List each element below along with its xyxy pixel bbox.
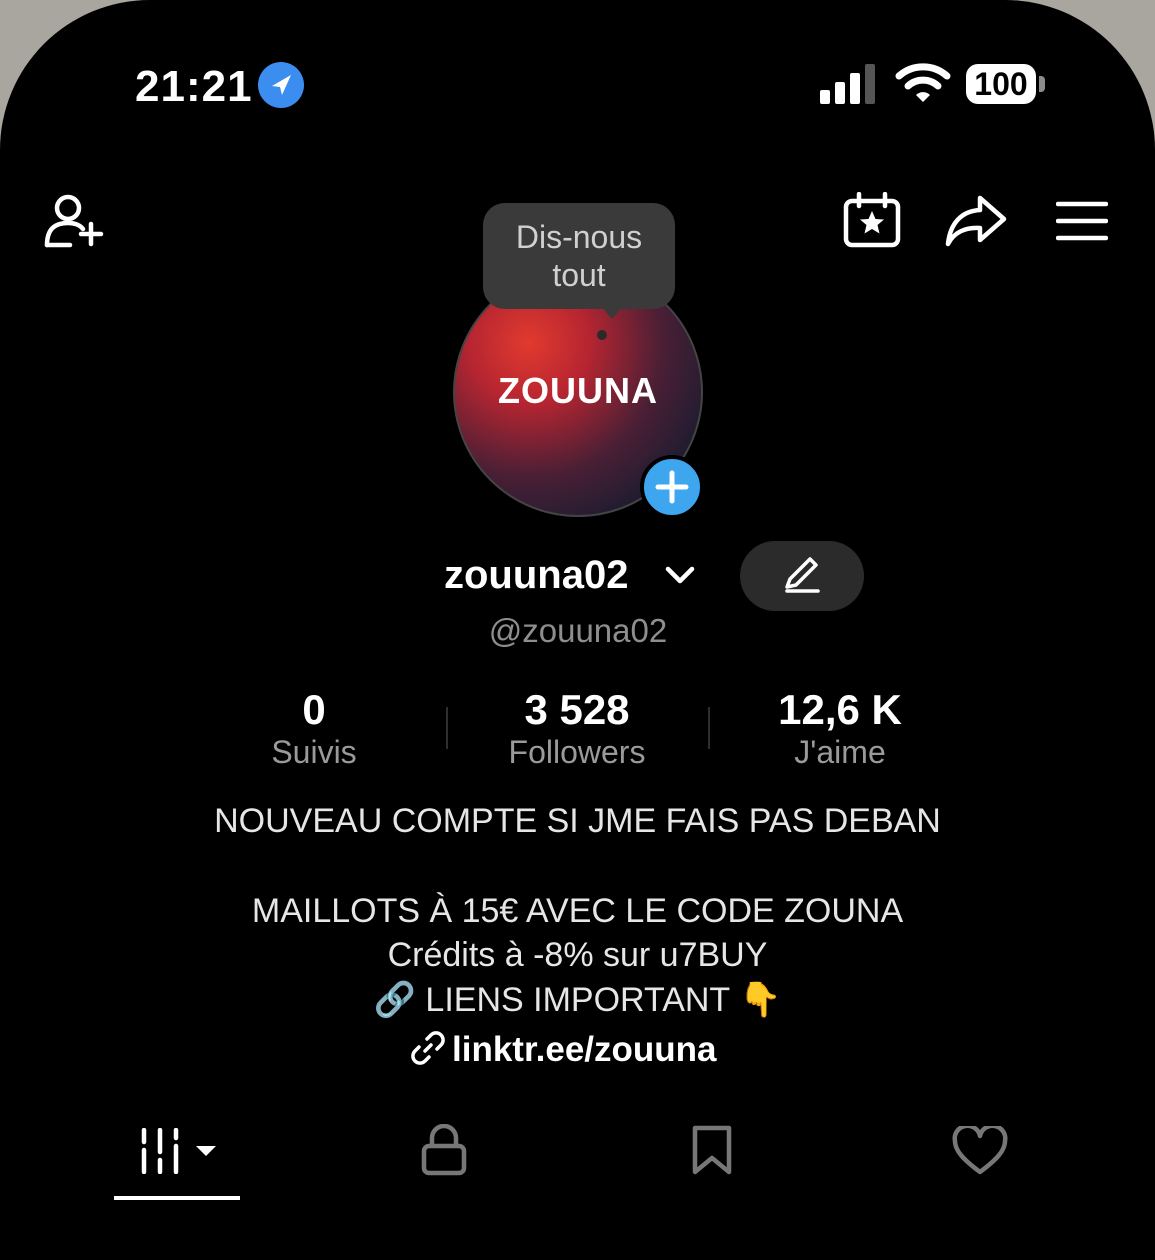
stat-divider — [446, 707, 448, 749]
bio-link[interactable]: linktr.ee/zouuna — [410, 1030, 717, 1070]
bio-link-text: linktr.ee/zouuna — [452, 1030, 717, 1069]
stat-value: 0 — [302, 686, 326, 733]
stat-followers[interactable]: 3 528 Followers — [467, 686, 687, 771]
battery-indicator: 100 — [966, 64, 1036, 104]
stat-value: 12,6 K — [778, 686, 902, 733]
calendar-star-icon[interactable] — [843, 192, 901, 248]
link-icon — [411, 1031, 445, 1065]
tooltip-line-2: tout — [552, 257, 606, 293]
share-icon[interactable] — [944, 194, 1008, 248]
bio-line: 🔗 LIENS IMPORTANT 👇 — [373, 981, 782, 1019]
bio-line: MAILLOTS À 15€ AVEC LE CODE ZOUNA — [251, 892, 904, 930]
plus-icon — [655, 470, 689, 504]
add-user-icon[interactable] — [44, 192, 106, 248]
stat-label: Followers — [508, 734, 646, 770]
avatar-logo-text: ZOUUNA — [498, 370, 658, 411]
bio-line: NOUVEAU COMPTE SI JME FAIS PAS DEBAN — [214, 802, 941, 840]
tooltip-line-1: Dis-nous — [515, 219, 643, 255]
stat-following[interactable]: 0 Suivis — [204, 686, 424, 771]
menu-icon[interactable] — [1056, 200, 1108, 242]
edit-profile-button[interactable] — [740, 541, 864, 611]
active-tab-indicator — [114, 1196, 240, 1200]
username-handle: @zouuna02 — [488, 612, 668, 649]
stat-likes[interactable]: 12,6 K J'aime — [730, 686, 950, 771]
tooltip-tail — [600, 305, 624, 319]
stat-divider — [708, 707, 710, 749]
status-time: 21:21 — [135, 62, 253, 111]
location-icon — [258, 62, 304, 108]
pencil-icon — [785, 557, 820, 593]
lock-icon[interactable] — [420, 1124, 468, 1176]
display-name[interactable]: zouuna02 — [444, 553, 628, 598]
videos-grid-icon[interactable] — [140, 1128, 220, 1174]
bookmark-icon[interactable] — [691, 1124, 733, 1176]
stat-value: 3 528 — [524, 686, 630, 733]
add-story-button[interactable] — [640, 455, 704, 519]
stat-label: Suivis — [271, 734, 357, 770]
heart-icon[interactable] — [952, 1126, 1008, 1176]
stat-label: J'aime — [794, 734, 886, 770]
battery-tip — [1039, 76, 1045, 92]
avatar-dot — [597, 330, 607, 340]
chevron-down-icon[interactable] — [663, 563, 697, 589]
tooltip[interactable]: Dis-nous tout — [483, 203, 675, 309]
wifi-icon — [895, 63, 951, 102]
cellular-signal-icon — [820, 64, 875, 104]
bio-line: Crédits à -8% sur u7BUY — [387, 936, 768, 974]
profile-screen: 21:21 100 ZOUUNA Dis-nous tout zouuna02 … — [0, 0, 1155, 1260]
